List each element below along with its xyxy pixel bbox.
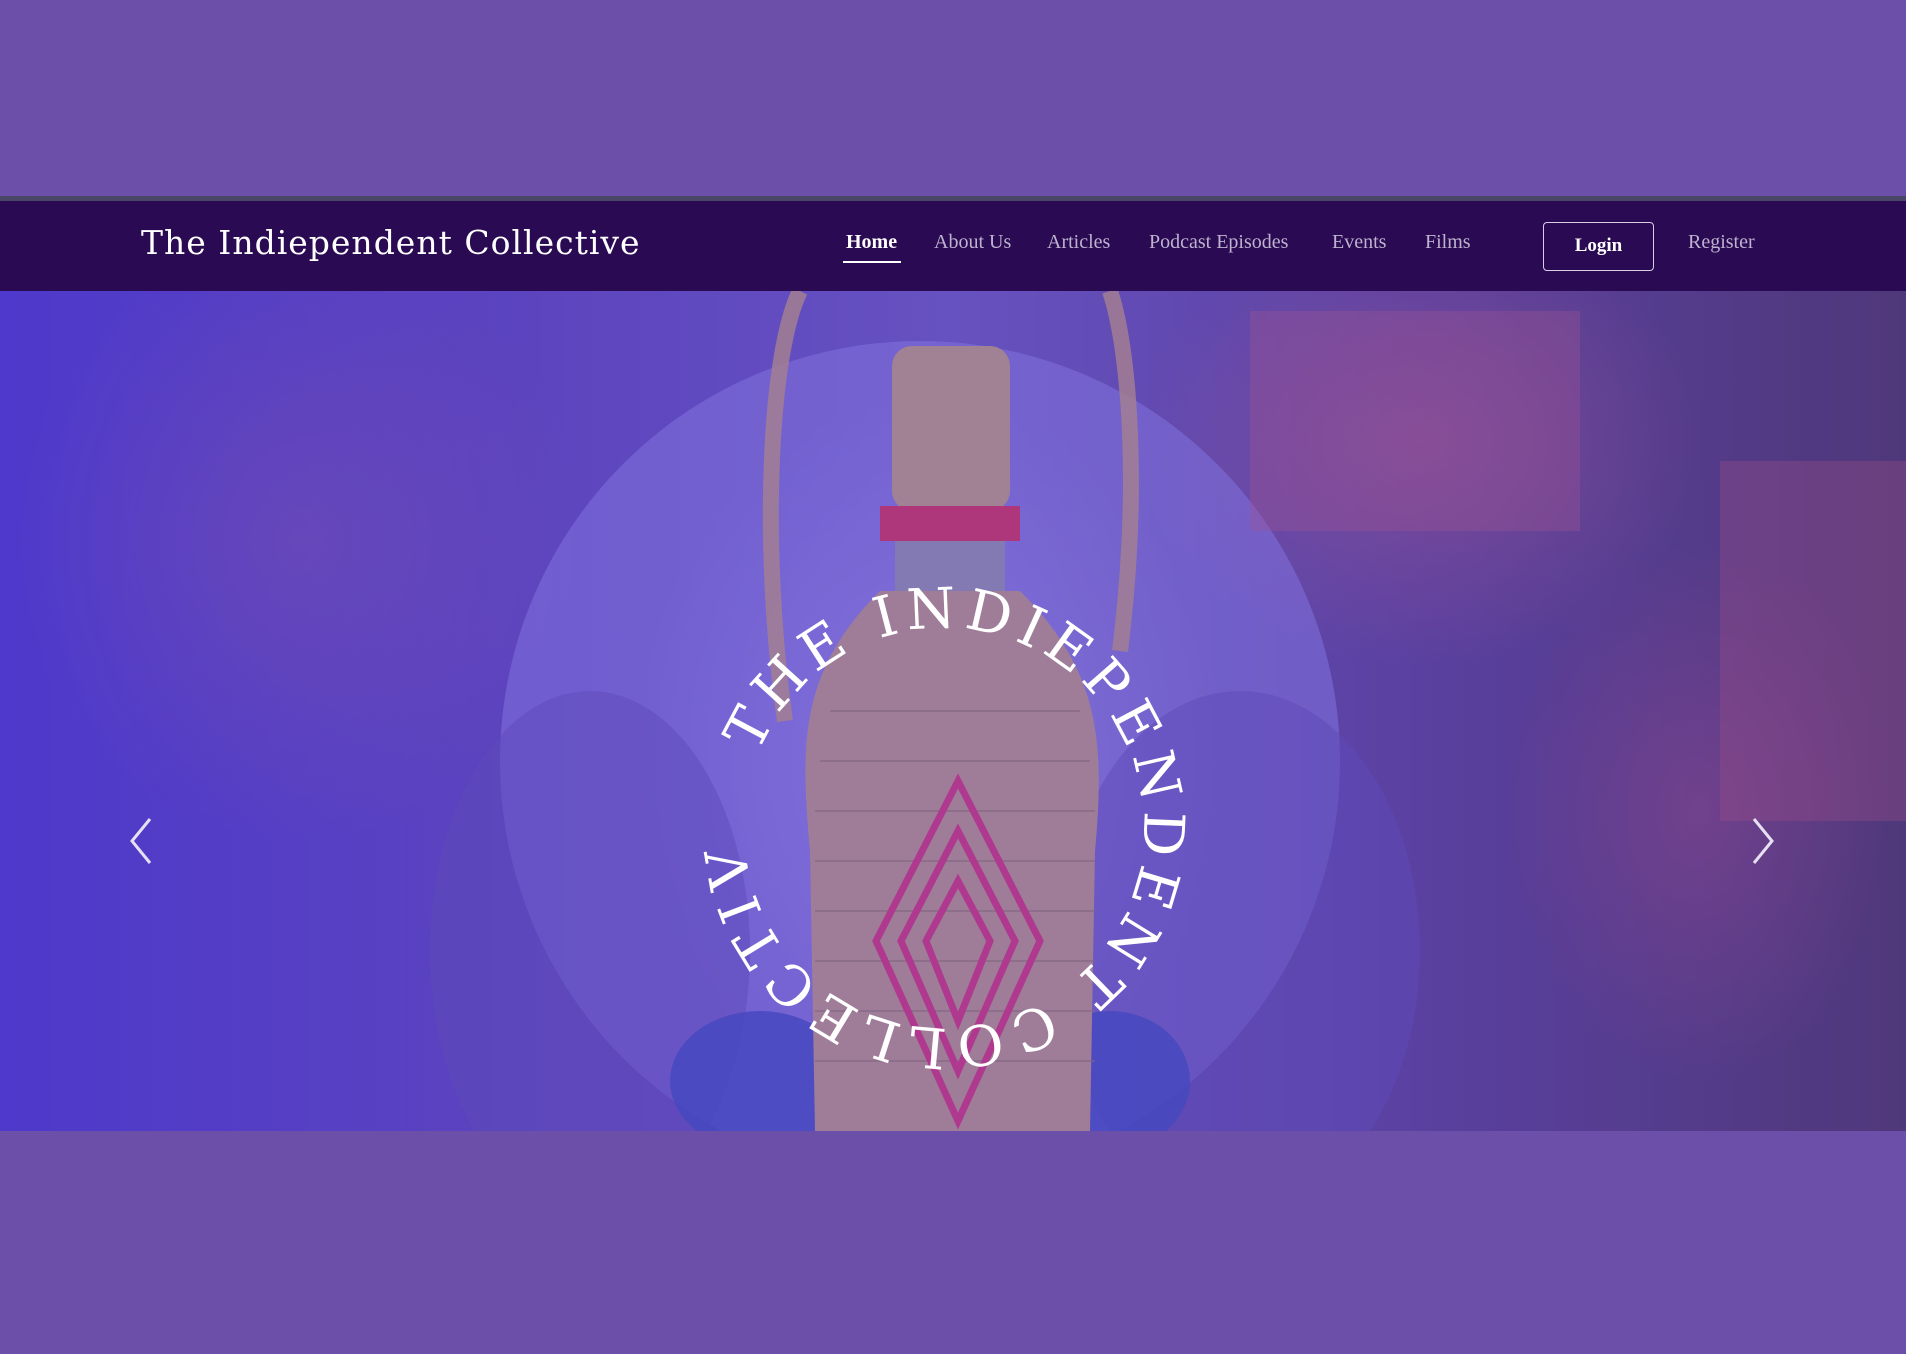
chevron-right-icon[interactable] bbox=[1742, 811, 1782, 871]
register-link[interactable]: Register bbox=[1688, 231, 1755, 254]
nav-item-articles[interactable]: Articles bbox=[1047, 231, 1110, 254]
nav-item-podcast-episodes[interactable]: Podcast Episodes bbox=[1149, 231, 1288, 254]
nav-item-about-us[interactable]: About Us bbox=[934, 231, 1011, 254]
navbar: The Indiependent Collective Home About U… bbox=[0, 201, 1906, 291]
site-brand[interactable]: The Indiependent Collective bbox=[141, 223, 641, 262]
circular-logo-text: THE INDIEPENDENT COLLECTIVE bbox=[0, 291, 1196, 1080]
login-button[interactable]: Login bbox=[1543, 222, 1654, 271]
chevron-left-icon[interactable] bbox=[122, 811, 162, 871]
nav-item-films[interactable]: Films bbox=[1425, 231, 1471, 254]
nav-item-events[interactable]: Events bbox=[1332, 231, 1386, 254]
circular-text: THE INDIEPENDENT COLLECTIVE bbox=[0, 291, 1189, 1080]
active-nav-underline bbox=[843, 261, 901, 263]
hero-carousel: THE INDIEPENDENT COLLECTIVE bbox=[0, 291, 1906, 1131]
svg-text:THE INDIEPENDENT COLLECTIVE: THE INDIEPENDENT COLLECTIVE bbox=[0, 291, 1196, 1080]
page: The Indiependent Collective Home About U… bbox=[0, 0, 1906, 1354]
nav-item-home[interactable]: Home bbox=[846, 231, 897, 254]
